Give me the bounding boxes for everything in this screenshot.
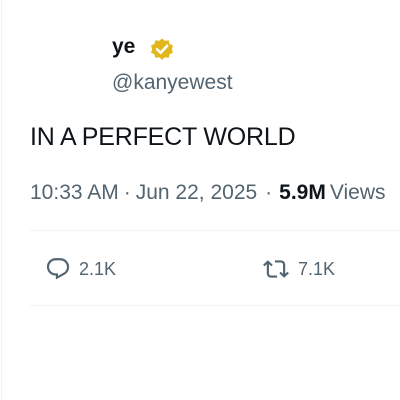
tweet-card: ye @kanyewest IN A PERFECT WORLD 10:33 A… — [0, 0, 400, 400]
repost-button[interactable]: 7.1K — [262, 255, 335, 283]
reply-button[interactable]: 2.1K — [45, 255, 116, 283]
verified-badge-shape — [151, 38, 173, 60]
divider — [30, 230, 400, 231]
views-count: 5.9M — [279, 181, 326, 204]
tweet-text: IN A PERFECT WORLD — [30, 123, 296, 151]
tweet-date[interactable]: Jun 22, 2025 — [136, 181, 257, 204]
display-name[interactable]: ye — [112, 34, 135, 60]
reply-icon — [46, 258, 70, 280]
user-handle[interactable]: @kanyewest — [112, 70, 233, 96]
tweet-meta: 10:33 AM · Jun 22, 2025 · 5.9M Views — [30, 180, 386, 206]
repost-count: 7.1K — [298, 258, 336, 279]
column-border — [1, 0, 2, 400]
reply-count: 2.1K — [79, 258, 117, 279]
meta-separator: · — [123, 181, 131, 204]
verified-badge-icon[interactable] — [148, 37, 176, 63]
meta-separator: · — [265, 181, 273, 204]
repost-icon — [263, 260, 289, 278]
views-label: Views — [329, 181, 386, 204]
tweet-time[interactable]: 10:33 AM — [30, 181, 119, 204]
divider — [30, 305, 400, 306]
